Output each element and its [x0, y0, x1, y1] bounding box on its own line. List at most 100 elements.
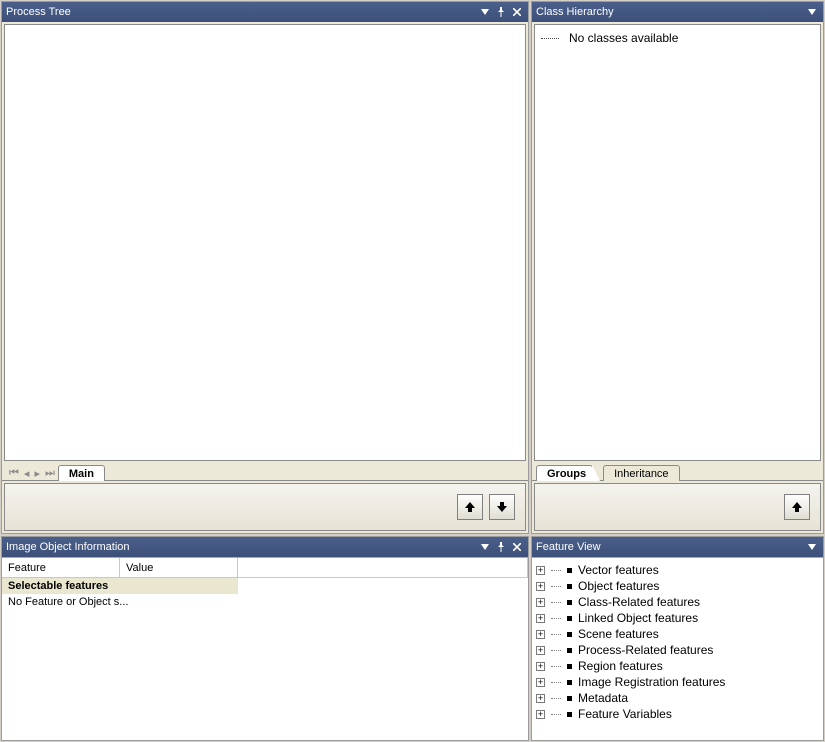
dropdown-icon[interactable]	[478, 540, 492, 554]
info-table-header: Feature Value	[2, 558, 528, 578]
feature-row[interactable]: + Linked Object features	[534, 610, 821, 626]
tree-connector	[551, 618, 561, 619]
feature-label: Feature Variables	[578, 707, 672, 721]
feature-row[interactable]: + Scene features	[534, 626, 821, 642]
feature-row[interactable]: + Vector features	[534, 562, 821, 578]
tab-inheritance[interactable]: Inheritance	[603, 465, 679, 481]
tab-nav-last-icon[interactable]: ⏭	[45, 467, 55, 480]
bullet-icon	[567, 696, 572, 701]
expander-icon[interactable]: +	[536, 646, 545, 655]
tab-nav-arrows: ⏮ ◂ ▸ ⏭	[6, 467, 58, 480]
pin-icon[interactable]	[494, 5, 508, 19]
class-hierarchy-titlebar[interactable]: Class Hierarchy	[532, 2, 823, 22]
expander-icon[interactable]: +	[536, 678, 545, 687]
class-move-up-button[interactable]	[784, 494, 810, 520]
feature-label: Scene features	[578, 627, 659, 641]
feature-label: Object features	[578, 579, 659, 593]
image-object-info-titlebar[interactable]: Image Object Information	[2, 537, 528, 557]
feature-row[interactable]: + Image Registration features	[534, 674, 821, 690]
bullet-icon	[567, 712, 572, 717]
bullet-icon	[567, 632, 572, 637]
dropdown-icon[interactable]	[805, 540, 819, 554]
process-tree-panel: Process Tree ⏮ ◂ ▸ ⏭ Main	[1, 1, 529, 534]
info-section-header[interactable]: Selectable features	[2, 578, 238, 594]
feature-row[interactable]: + Object features	[534, 578, 821, 594]
expander-icon[interactable]: +	[536, 630, 545, 639]
bullet-icon	[567, 600, 572, 605]
process-tree-content[interactable]	[4, 24, 526, 461]
tree-connector	[551, 698, 561, 699]
expander-icon[interactable]: +	[536, 662, 545, 671]
expander-icon[interactable]: +	[536, 710, 545, 719]
class-hierarchy-body: No classes available Groups Inheritance	[532, 22, 823, 533]
expander-icon[interactable]: +	[536, 694, 545, 703]
process-tree-tabstrip: ⏮ ◂ ▸ ⏭ Main	[2, 463, 528, 481]
feature-row[interactable]: + Feature Variables	[534, 706, 821, 722]
tab-groups[interactable]: Groups	[536, 465, 593, 481]
close-icon[interactable]	[510, 5, 524, 19]
column-value[interactable]: Value	[120, 558, 238, 577]
tab-main[interactable]: Main	[58, 465, 105, 481]
expander-icon[interactable]: +	[536, 614, 545, 623]
feature-view-body: + Vector features + Object features + Cl…	[532, 557, 823, 740]
expander-icon[interactable]: +	[536, 582, 545, 591]
tree-connector	[551, 634, 561, 635]
feature-row[interactable]: + Region features	[534, 658, 821, 674]
close-icon[interactable]	[510, 540, 524, 554]
feature-label: Process-Related features	[578, 643, 713, 657]
class-tree[interactable]: No classes available	[534, 24, 821, 461]
bullet-icon	[567, 584, 572, 589]
image-object-info-title: Image Object Information	[6, 541, 476, 553]
feature-label: Metadata	[578, 691, 628, 705]
process-tree-titlebar[interactable]: Process Tree	[2, 2, 528, 22]
tab-nav-next-icon[interactable]: ▸	[34, 467, 40, 480]
bullet-icon	[567, 648, 572, 653]
bullet-icon	[567, 664, 572, 669]
expander-icon[interactable]: +	[536, 598, 545, 607]
tree-connector	[551, 602, 561, 603]
class-tree-empty-row: No classes available	[541, 31, 814, 45]
class-tabstrip: Groups Inheritance	[532, 463, 823, 481]
tab-nav-first-icon[interactable]: ⏮	[9, 467, 19, 480]
tree-connector	[551, 714, 561, 715]
feature-view-panel: Feature View + Vector features + Object …	[531, 536, 824, 741]
feature-view-titlebar[interactable]: Feature View	[532, 537, 823, 557]
feature-label: Class-Related features	[578, 595, 700, 609]
feature-label: Vector features	[578, 563, 659, 577]
tree-connector	[551, 586, 561, 587]
info-empty-msg: No Feature or Object s...	[2, 594, 528, 610]
feature-label: Image Registration features	[578, 675, 725, 689]
feature-label: Linked Object features	[578, 611, 698, 625]
column-feature[interactable]: Feature	[2, 558, 120, 577]
expander-icon[interactable]: +	[536, 566, 545, 575]
process-tree-title: Process Tree	[6, 6, 476, 18]
column-spacer	[238, 558, 528, 577]
tab-nav-prev-icon[interactable]: ◂	[24, 467, 30, 480]
tree-connector	[541, 38, 559, 39]
bullet-icon	[567, 616, 572, 621]
feature-view-title: Feature View	[536, 541, 803, 553]
move-down-button[interactable]	[489, 494, 515, 520]
tree-connector	[551, 682, 561, 683]
pin-icon[interactable]	[494, 540, 508, 554]
move-up-button[interactable]	[457, 494, 483, 520]
feature-label: Region features	[578, 659, 663, 673]
image-object-info-body: Feature Value Selectable features No Fea…	[2, 557, 528, 740]
feature-row[interactable]: + Metadata	[534, 690, 821, 706]
tree-connector	[551, 570, 561, 571]
class-button-row	[534, 483, 821, 531]
tree-connector	[551, 666, 561, 667]
tree-connector	[551, 650, 561, 651]
feature-row[interactable]: + Process-Related features	[534, 642, 821, 658]
dropdown-icon[interactable]	[478, 5, 492, 19]
bullet-icon	[567, 680, 572, 685]
process-tree-button-row	[4, 483, 526, 531]
dropdown-icon[interactable]	[805, 5, 819, 19]
process-tree-body: ⏮ ◂ ▸ ⏭ Main	[2, 22, 528, 533]
class-tree-empty-text: No classes available	[569, 31, 678, 45]
class-hierarchy-panel: Class Hierarchy No classes available Gro…	[531, 1, 824, 534]
info-rows: Selectable features No Feature or Object…	[2, 578, 528, 610]
class-hierarchy-title: Class Hierarchy	[536, 6, 803, 18]
bullet-icon	[567, 568, 572, 573]
feature-row[interactable]: + Class-Related features	[534, 594, 821, 610]
